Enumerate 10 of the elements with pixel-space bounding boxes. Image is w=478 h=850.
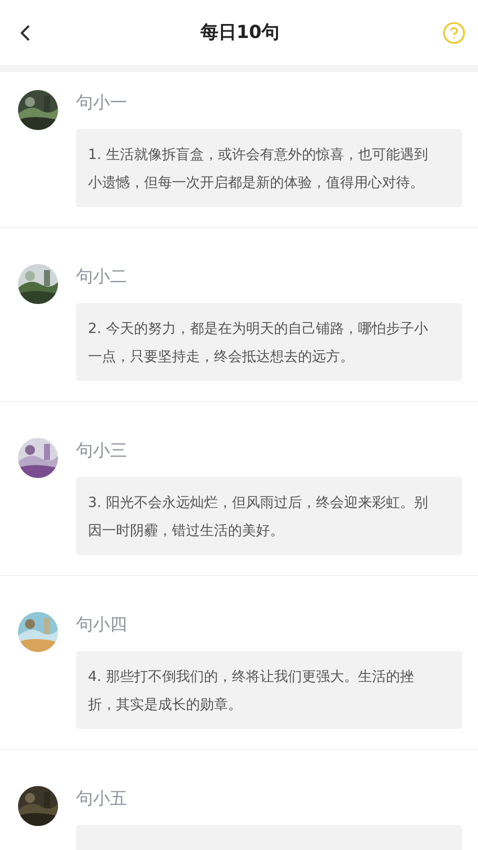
quote-card: 1. 生活就像拆盲盒，或许会有意外的惊喜，也可能遇到小遗憾，但每一次开启都是新的体验，值得用心对待。 (76, 129, 462, 207)
quote-card: 4. 那些打不倒我们的，终将让我们更强大。生活的挫折，其实是成长的勋章。 (76, 651, 462, 729)
quote-card: 2. 今天的努力，都是在为明天的自己铺路，哪怕步子小一点，只要坚持走，终会抵达想去的远方。 (76, 303, 462, 381)
page-title: 每日10句 (200, 21, 280, 45)
author-name: 句小一 (76, 92, 128, 115)
author-name: 句小二 (76, 266, 128, 289)
author-name: 句小三 (76, 440, 128, 463)
quote-card: 3. 阳光不会永远灿烂，但风雨过后，终会迎来彩虹。别因一时阴霾，错过生活的美好。 (76, 477, 462, 555)
author-name: 句小四 (76, 614, 128, 637)
author-name: 句小五 (76, 788, 128, 811)
